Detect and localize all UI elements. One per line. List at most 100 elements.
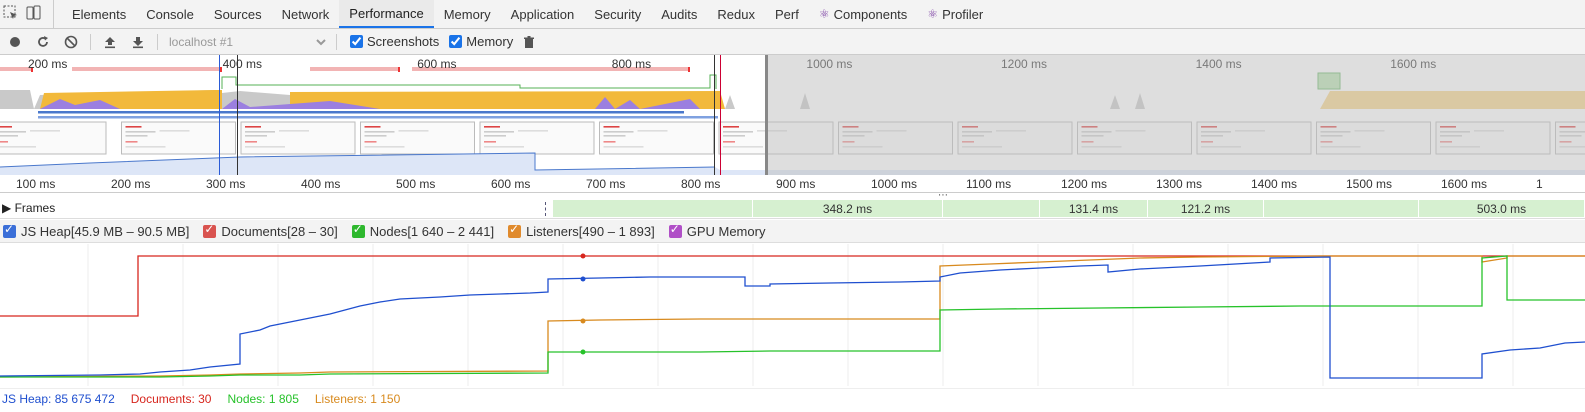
panel-tabs: Elements Console Sources Network Performance… [62,0,993,28]
overview-tick-label: 400 ms [222,57,262,71]
react-icon: ⚛ [927,7,939,21]
toolbar-divider [336,33,337,50]
counter-toggle[interactable]: JS Heap[45.9 MB – 90.5 MB] [3,222,190,239]
tab-label: Security [594,6,642,22]
ruler-tick-label: 1300 ms [1156,177,1203,191]
tab-sources[interactable]: Sources [204,0,272,28]
ruler-tick-label: 800 ms [681,177,721,191]
ruler-tick-label: 1400 ms [1251,177,1298,191]
devtools-tool-icons [0,0,54,28]
memory-checkbox[interactable] [449,35,463,48]
counter-checkbox[interactable] [203,222,217,238]
counter-toggle[interactable]: GPU Memory [668,222,766,239]
tab-network[interactable]: Network [272,0,340,28]
ruler-tick-label: 1500 ms [1346,177,1393,191]
screenshot-thumbnail [360,121,475,155]
screenshots-checkbox[interactable] [350,35,363,48]
ruler-tick-label: 900 ms [776,177,816,191]
tab-perf[interactable]: Perf [765,0,809,28]
toolbar-divider [90,33,91,50]
counter-toggle[interactable]: Nodes[1 640 – 2 441] [351,222,494,239]
tab-console[interactable]: Console [136,0,204,28]
documents-value: Documents: 30 [130,391,212,406]
frame-bar[interactable]: 131.4 ms [1040,200,1148,217]
load-profile-icon[interactable] [98,31,122,53]
frame-duration: 121.2 ms [1180,201,1231,216]
counter-checkbox[interactable] [3,222,16,238]
overview-tick-label: 800 ms [611,57,652,71]
selection-end-handle[interactable] [720,55,721,175]
inspect-element-icon[interactable] [2,4,20,25]
tab-memory[interactable]: Memory [434,0,501,28]
overview-window-handle[interactable] [765,55,768,175]
main-time-ruler: 100 ms 200 ms 300 ms 400 ms 500 ms 600 ms 700 … [0,175,1585,193]
counter-checkbox[interactable] [351,222,365,238]
screenshot-thumbnail [0,121,107,155]
clear-icon[interactable] [59,31,83,53]
collect-garbage-icon[interactable] [517,31,541,53]
ruler-tick-label: 200 ms [111,177,151,191]
frame-duration: 503.0 ms [1476,201,1527,216]
frame-bar[interactable]: 348.2 ms [753,200,943,217]
ruler-tick-label: 700 ms [586,177,626,191]
tab-label: Audits [661,6,698,22]
react-icon: ⚛ [818,7,830,21]
ruler-tick-label: 500 ms [396,177,436,191]
nodes-value: Nodes: 1 805 [227,391,299,406]
ruler-tick-label: 1200 ms [1061,177,1108,191]
screenshot-thumbnail [240,121,356,155]
frame-bar[interactable]: 121.2 ms [1148,200,1264,217]
tab-label: Redux [717,6,755,22]
tab-security[interactable]: Security [584,0,651,28]
save-profile-icon[interactable] [126,31,150,53]
frame-bar[interactable] [943,200,1040,217]
tab-label: Perf [774,6,799,22]
tab-label: Console [146,6,194,22]
counter-toggle[interactable]: Listeners[490 – 1 893] [508,222,655,239]
counter-label: Listeners[490 – 1 893] [526,223,655,239]
frames-track-label[interactable]: ▶ Frames [2,201,55,215]
reload-record-button[interactable] [31,31,55,53]
tab-redux[interactable]: Redux [707,0,765,28]
frame-bar[interactable] [1264,200,1419,217]
counter-checkbox[interactable] [508,222,522,238]
screenshots-toggle[interactable]: Screenshots [350,34,439,49]
performance-toolbar: localhost #1 Screenshots Memory [0,29,1585,55]
tab-performance[interactable]: Performance [339,0,434,28]
ruler-tick-label: 100 ms [16,177,56,191]
tab-elements[interactable]: Elements [62,0,136,28]
recording-target-select[interactable]: localhost #1 [165,31,329,52]
toolbar-divider [157,33,158,50]
tab-audits[interactable]: Audits [651,0,707,28]
tab-application[interactable]: Application [501,0,585,28]
tab-label: Network [281,6,330,22]
memory-counter-graph[interactable] [0,244,1585,386]
frames-track[interactable]: ▶ Frames 348.2 ms 131.4 ms 121.2 ms 503.… [0,198,1585,219]
screenshots-label: Screenshots [367,34,440,49]
counter-label: Documents[28 – 30] [221,223,338,239]
counter-label: JS Heap[45.9 MB – 90.5 MB] [21,223,190,239]
devtools-tab-bar: Elements Console Sources Network Performance… [0,0,1585,29]
tab-components[interactable]: ⚛ Components [809,0,917,28]
device-toolbar-icon[interactable] [24,4,42,25]
counter-label: GPU Memory [686,223,766,239]
memory-counters-legend: JS Heap[45.9 MB – 90.5 MB] Documents[28 –… [0,220,1585,243]
ruler-tick-label: 1 [1536,177,1543,191]
tab-label: Sources [213,6,262,22]
memory-label: Memory [466,34,514,49]
frame-bar[interactable]: 503.0 ms [1419,200,1585,217]
memory-toggle[interactable]: Memory [449,34,513,49]
tab-label: Application [510,6,575,22]
ruler-tick-label: 300 ms [206,177,246,191]
frame-duration: 348.2 ms [822,201,873,216]
selection-start-handle[interactable] [219,55,220,175]
frames-label-text: Frames [14,201,56,215]
counter-checkbox[interactable] [668,222,682,238]
counter-toggle[interactable]: Documents[28 – 30] [203,222,338,239]
js-heap-value: JS Heap: 85 675 472 [2,391,115,406]
tab-profiler[interactable]: ⚛ Profiler [917,0,993,28]
frame-bar[interactable] [553,200,753,217]
record-button[interactable] [3,31,27,53]
timeline-overview[interactable]: 200 ms400 ms600 ms800 ms1000 ms1200 ms14… [0,55,1585,175]
listeners-value: Listeners: 1 150 [314,391,401,406]
